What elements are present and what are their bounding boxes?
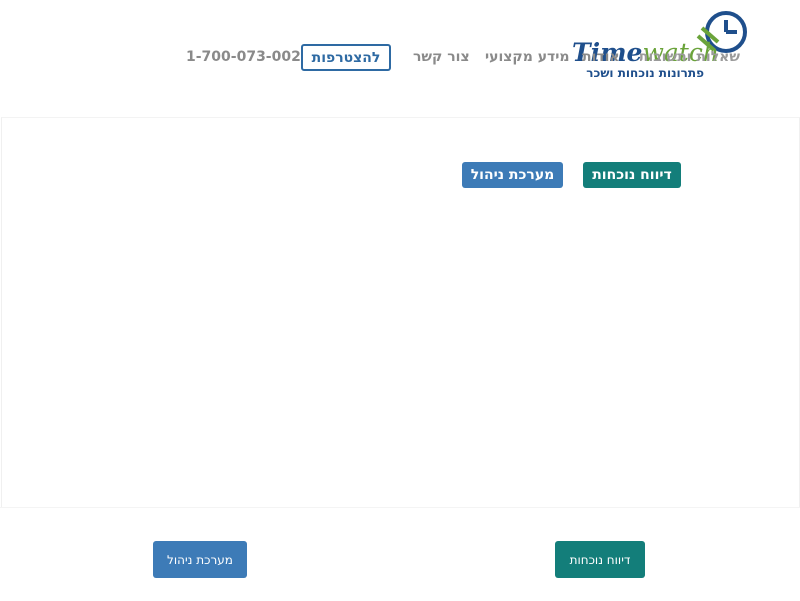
join-button[interactable]: להצטרפות (301, 44, 391, 71)
attendance-report-button[interactable]: דיווח נוכחות (583, 162, 681, 188)
logo-tagline: פתרונות נוכחות ושכר (586, 66, 704, 80)
timewatch-logo[interactable]: Timewatch פתרונות נוכחות ושכר (570, 8, 752, 84)
footer-management-system-button[interactable]: מערכת ניהול (153, 541, 247, 578)
phone-number[interactable]: 1-700-073-002 (186, 49, 301, 65)
nav-professional-info[interactable]: מידע מקצועי (485, 49, 570, 65)
footer-attendance-report-button[interactable]: דיווח נוכחות (555, 541, 645, 578)
nav-faq[interactable]: שאלות ותשובות (640, 49, 740, 65)
nav-about[interactable]: אודות (582, 49, 620, 65)
nav-contact[interactable]: צור קשר (413, 49, 470, 65)
site-header: Timewatch פתרונות נוכחות ושכר שאלות ותשו… (0, 0, 800, 117)
management-system-button[interactable]: מערכת ניהול (462, 162, 563, 188)
main-content: דיווח נוכחות מערכת ניהול (1, 117, 800, 508)
footer-bar: דיווח נוכחות מערכת ניהול (0, 507, 800, 601)
